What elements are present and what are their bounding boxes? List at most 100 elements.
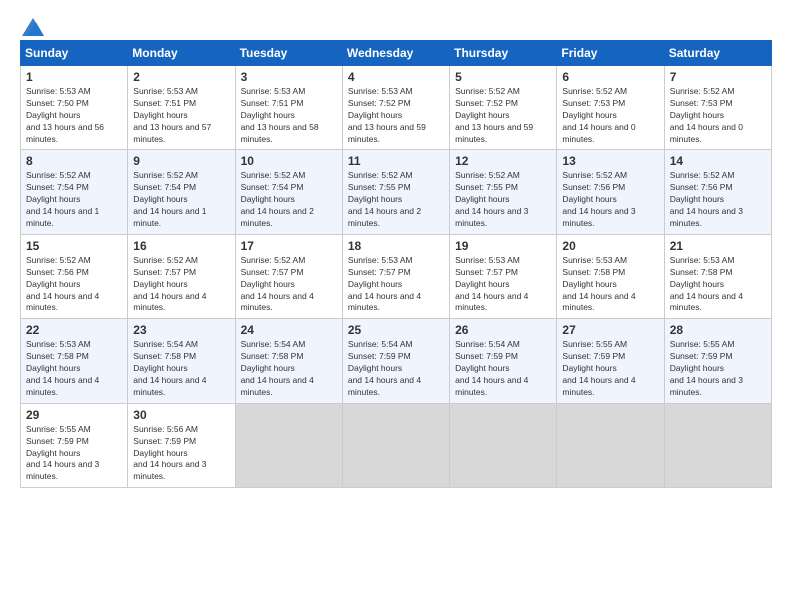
day-cell-3-6: 21 Sunrise: 5:53 AM Sunset: 7:58 PM Dayl… xyxy=(664,234,771,318)
calendar-table: SundayMondayTuesdayWednesdayThursdayFrid… xyxy=(20,40,772,488)
day-number: 22 xyxy=(26,323,122,337)
day-cell-4-2: 24 Sunrise: 5:54 AM Sunset: 7:58 PM Dayl… xyxy=(235,319,342,403)
day-info: Sunrise: 5:53 AM Sunset: 7:58 PM Dayligh… xyxy=(670,255,766,314)
day-cell-1-2: 3 Sunrise: 5:53 AM Sunset: 7:51 PM Dayli… xyxy=(235,66,342,150)
day-number: 18 xyxy=(348,239,444,253)
col-header-sunday: Sunday xyxy=(21,41,128,66)
day-number: 2 xyxy=(133,70,229,84)
day-number: 30 xyxy=(133,408,229,422)
day-number: 11 xyxy=(348,154,444,168)
day-number: 8 xyxy=(26,154,122,168)
day-number: 6 xyxy=(562,70,658,84)
day-info: Sunrise: 5:52 AM Sunset: 7:54 PM Dayligh… xyxy=(241,170,337,229)
day-cell-3-4: 19 Sunrise: 5:53 AM Sunset: 7:57 PM Dayl… xyxy=(450,234,557,318)
col-header-thursday: Thursday xyxy=(450,41,557,66)
day-info: Sunrise: 5:52 AM Sunset: 7:54 PM Dayligh… xyxy=(26,170,122,229)
calendar-page: SundayMondayTuesdayWednesdayThursdayFrid… xyxy=(0,0,792,612)
day-number: 19 xyxy=(455,239,551,253)
day-cell-5-0: 29 Sunrise: 5:55 AM Sunset: 7:59 PM Dayl… xyxy=(21,403,128,487)
day-cell-4-1: 23 Sunrise: 5:54 AM Sunset: 7:58 PM Dayl… xyxy=(128,319,235,403)
day-info: Sunrise: 5:54 AM Sunset: 7:59 PM Dayligh… xyxy=(455,339,551,398)
day-cell-5-6 xyxy=(664,403,771,487)
day-info: Sunrise: 5:52 AM Sunset: 7:57 PM Dayligh… xyxy=(133,255,229,314)
day-cell-1-1: 2 Sunrise: 5:53 AM Sunset: 7:51 PM Dayli… xyxy=(128,66,235,150)
day-cell-3-0: 15 Sunrise: 5:52 AM Sunset: 7:56 PM Dayl… xyxy=(21,234,128,318)
day-cell-3-5: 20 Sunrise: 5:53 AM Sunset: 7:58 PM Dayl… xyxy=(557,234,664,318)
day-number: 27 xyxy=(562,323,658,337)
day-info: Sunrise: 5:54 AM Sunset: 7:58 PM Dayligh… xyxy=(241,339,337,398)
day-number: 1 xyxy=(26,70,122,84)
day-info: Sunrise: 5:52 AM Sunset: 7:54 PM Dayligh… xyxy=(133,170,229,229)
day-info: Sunrise: 5:53 AM Sunset: 7:57 PM Dayligh… xyxy=(455,255,551,314)
header-row: SundayMondayTuesdayWednesdayThursdayFrid… xyxy=(21,41,772,66)
logo-icon xyxy=(22,18,44,36)
day-info: Sunrise: 5:52 AM Sunset: 7:52 PM Dayligh… xyxy=(455,86,551,145)
day-number: 28 xyxy=(670,323,766,337)
day-number: 14 xyxy=(670,154,766,168)
day-cell-4-3: 25 Sunrise: 5:54 AM Sunset: 7:59 PM Dayl… xyxy=(342,319,449,403)
day-cell-1-0: 1 Sunrise: 5:53 AM Sunset: 7:50 PM Dayli… xyxy=(21,66,128,150)
col-header-tuesday: Tuesday xyxy=(235,41,342,66)
day-cell-2-5: 13 Sunrise: 5:52 AM Sunset: 7:56 PM Dayl… xyxy=(557,150,664,234)
day-info: Sunrise: 5:53 AM Sunset: 7:57 PM Dayligh… xyxy=(348,255,444,314)
day-number: 4 xyxy=(348,70,444,84)
col-header-saturday: Saturday xyxy=(664,41,771,66)
day-cell-4-5: 27 Sunrise: 5:55 AM Sunset: 7:59 PM Dayl… xyxy=(557,319,664,403)
day-number: 15 xyxy=(26,239,122,253)
week-row-2: 8 Sunrise: 5:52 AM Sunset: 7:54 PM Dayli… xyxy=(21,150,772,234)
day-info: Sunrise: 5:55 AM Sunset: 7:59 PM Dayligh… xyxy=(670,339,766,398)
day-cell-1-4: 5 Sunrise: 5:52 AM Sunset: 7:52 PM Dayli… xyxy=(450,66,557,150)
day-info: Sunrise: 5:53 AM Sunset: 7:51 PM Dayligh… xyxy=(133,86,229,145)
day-cell-5-4 xyxy=(450,403,557,487)
day-info: Sunrise: 5:53 AM Sunset: 7:50 PM Dayligh… xyxy=(26,86,122,145)
day-info: Sunrise: 5:53 AM Sunset: 7:52 PM Dayligh… xyxy=(348,86,444,145)
day-number: 24 xyxy=(241,323,337,337)
day-number: 9 xyxy=(133,154,229,168)
day-cell-2-0: 8 Sunrise: 5:52 AM Sunset: 7:54 PM Dayli… xyxy=(21,150,128,234)
day-number: 16 xyxy=(133,239,229,253)
day-info: Sunrise: 5:52 AM Sunset: 7:57 PM Dayligh… xyxy=(241,255,337,314)
day-cell-3-1: 16 Sunrise: 5:52 AM Sunset: 7:57 PM Dayl… xyxy=(128,234,235,318)
day-number: 29 xyxy=(26,408,122,422)
week-row-3: 15 Sunrise: 5:52 AM Sunset: 7:56 PM Dayl… xyxy=(21,234,772,318)
day-info: Sunrise: 5:52 AM Sunset: 7:53 PM Dayligh… xyxy=(562,86,658,145)
day-cell-3-3: 18 Sunrise: 5:53 AM Sunset: 7:57 PM Dayl… xyxy=(342,234,449,318)
day-cell-2-4: 12 Sunrise: 5:52 AM Sunset: 7:55 PM Dayl… xyxy=(450,150,557,234)
day-info: Sunrise: 5:55 AM Sunset: 7:59 PM Dayligh… xyxy=(562,339,658,398)
day-info: Sunrise: 5:53 AM Sunset: 7:58 PM Dayligh… xyxy=(26,339,122,398)
day-number: 10 xyxy=(241,154,337,168)
day-info: Sunrise: 5:52 AM Sunset: 7:55 PM Dayligh… xyxy=(348,170,444,229)
day-cell-4-6: 28 Sunrise: 5:55 AM Sunset: 7:59 PM Dayl… xyxy=(664,319,771,403)
day-number: 3 xyxy=(241,70,337,84)
day-cell-2-1: 9 Sunrise: 5:52 AM Sunset: 7:54 PM Dayli… xyxy=(128,150,235,234)
day-info: Sunrise: 5:54 AM Sunset: 7:59 PM Dayligh… xyxy=(348,339,444,398)
col-header-wednesday: Wednesday xyxy=(342,41,449,66)
day-number: 20 xyxy=(562,239,658,253)
day-info: Sunrise: 5:56 AM Sunset: 7:59 PM Dayligh… xyxy=(133,424,229,483)
day-cell-1-3: 4 Sunrise: 5:53 AM Sunset: 7:52 PM Dayli… xyxy=(342,66,449,150)
day-cell-2-2: 10 Sunrise: 5:52 AM Sunset: 7:54 PM Dayl… xyxy=(235,150,342,234)
day-cell-4-4: 26 Sunrise: 5:54 AM Sunset: 7:59 PM Dayl… xyxy=(450,319,557,403)
col-header-monday: Monday xyxy=(128,41,235,66)
week-row-4: 22 Sunrise: 5:53 AM Sunset: 7:58 PM Dayl… xyxy=(21,319,772,403)
day-cell-1-6: 7 Sunrise: 5:52 AM Sunset: 7:53 PM Dayli… xyxy=(664,66,771,150)
day-number: 12 xyxy=(455,154,551,168)
day-number: 13 xyxy=(562,154,658,168)
day-info: Sunrise: 5:53 AM Sunset: 7:58 PM Dayligh… xyxy=(562,255,658,314)
day-number: 25 xyxy=(348,323,444,337)
day-info: Sunrise: 5:52 AM Sunset: 7:56 PM Dayligh… xyxy=(26,255,122,314)
day-number: 23 xyxy=(133,323,229,337)
day-info: Sunrise: 5:55 AM Sunset: 7:59 PM Dayligh… xyxy=(26,424,122,483)
day-info: Sunrise: 5:52 AM Sunset: 7:55 PM Dayligh… xyxy=(455,170,551,229)
day-info: Sunrise: 5:53 AM Sunset: 7:51 PM Dayligh… xyxy=(241,86,337,145)
day-cell-4-0: 22 Sunrise: 5:53 AM Sunset: 7:58 PM Dayl… xyxy=(21,319,128,403)
day-cell-5-3 xyxy=(342,403,449,487)
day-number: 5 xyxy=(455,70,551,84)
day-cell-1-5: 6 Sunrise: 5:52 AM Sunset: 7:53 PM Dayli… xyxy=(557,66,664,150)
logo xyxy=(20,18,44,32)
day-cell-3-2: 17 Sunrise: 5:52 AM Sunset: 7:57 PM Dayl… xyxy=(235,234,342,318)
day-info: Sunrise: 5:52 AM Sunset: 7:53 PM Dayligh… xyxy=(670,86,766,145)
week-row-5: 29 Sunrise: 5:55 AM Sunset: 7:59 PM Dayl… xyxy=(21,403,772,487)
day-number: 21 xyxy=(670,239,766,253)
day-cell-5-5 xyxy=(557,403,664,487)
